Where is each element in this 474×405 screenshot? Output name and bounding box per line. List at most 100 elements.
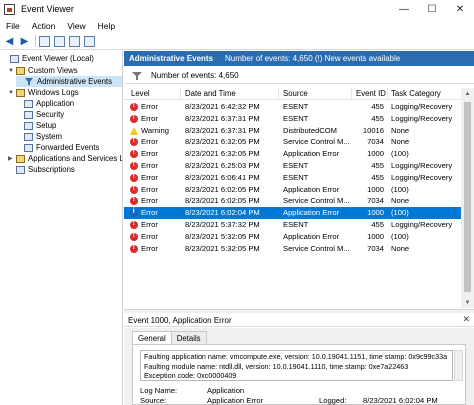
tree-item-system[interactable]: System: [24, 131, 62, 142]
tree-item-setup[interactable]: Setup: [24, 120, 56, 131]
tree-label: Event Viewer (Local): [22, 54, 94, 63]
description-scrollbar[interactable]: [454, 350, 463, 381]
column-divider[interactable]: [180, 88, 181, 100]
log-icon: [24, 121, 33, 130]
pane-splitter[interactable]: [124, 309, 474, 313]
table-header: Level Date and Time Source Event ID Task…: [124, 88, 461, 100]
tree-label: Application: [36, 99, 75, 108]
tree-label: Applications and Services Lo: [28, 154, 123, 163]
event-id-cell: 7034: [367, 196, 384, 206]
chevron-down-icon[interactable]: ▼: [8, 68, 16, 74]
source-label: Source:: [140, 396, 167, 405]
event-id-cell: 455: [371, 172, 384, 182]
column-divider[interactable]: [387, 88, 388, 100]
error-icon: [130, 161, 138, 170]
table-row[interactable]: Error 8/23/2021 6:42:32 PM ESENT 455 Logging…: [124, 101, 461, 113]
close-detail-icon[interactable]: ✕: [462, 314, 470, 325]
forward-arrow-icon[interactable]: ▶: [18, 35, 31, 48]
table-row[interactable]: Error 8/23/2021 6:32:05 PM Application Err…: [124, 148, 461, 160]
tab-general[interactable]: General: [132, 331, 172, 345]
column-header-level[interactable]: Level: [131, 89, 150, 98]
pane-summary[interactable]: Number of events: 4,650 (!) New events a…: [225, 54, 400, 63]
event-id-cell: 455: [371, 102, 384, 111]
datetime-cell: 8/23/2021 6:37:31 PM: [185, 113, 260, 123]
error-icon: [130, 220, 138, 229]
table-row[interactable]: Error 8/23/2021 6:02:05 PM Service Control…: [124, 195, 461, 207]
column-header-event-id[interactable]: Event ID: [356, 89, 386, 98]
table-row[interactable]: Error 8/23/2021 6:02:04 PM Application Err…: [124, 207, 461, 219]
table-row[interactable]: Error 8/23/2021 6:37:31 PM ESENT 455 Logging…: [124, 113, 461, 125]
column-divider[interactable]: [278, 88, 279, 100]
menu-action[interactable]: Action: [26, 21, 62, 31]
source-cell: ESENT: [283, 102, 309, 111]
menu-help[interactable]: Help: [92, 21, 121, 31]
datetime-cell: 8/23/2021 5:37:32 PM: [185, 220, 260, 229]
datetime-cell: 8/23/2021 6:06:41 PM: [185, 172, 260, 182]
tree-item-administrative-events[interactable]: Administrative Events: [16, 76, 122, 87]
tree-item-windows-logs[interactable]: ▼ Windows Logs: [8, 87, 79, 98]
help-icon[interactable]: [68, 35, 81, 48]
event-description[interactable]: Faulting application name: vmcompute.exe…: [140, 350, 453, 381]
menu-file[interactable]: File: [0, 21, 26, 31]
error-icon: [130, 232, 138, 241]
error-icon: [130, 244, 138, 253]
subscriptions-icon: [16, 165, 25, 174]
folder-icon[interactable]: [38, 35, 51, 48]
table-row[interactable]: Error 8/23/2021 5:32:05 PM Service Control…: [124, 243, 461, 255]
event-count: Number of events: 4,650: [151, 71, 239, 80]
table-row[interactable]: Error 8/23/2021 6:32:05 PM Service Control…: [124, 136, 461, 148]
tree-label: Setup: [36, 121, 57, 130]
tree-item-forwarded-events[interactable]: Forwarded Events: [24, 142, 99, 153]
table-row[interactable]: Error 8/23/2021 6:25:03 PM ESENT 455 Logging…: [124, 160, 461, 172]
properties-icon[interactable]: [83, 35, 96, 48]
computer-icon: [10, 54, 19, 63]
column-divider[interactable]: [351, 88, 352, 100]
level-cell: Error: [141, 161, 158, 170]
tree-item-applications-and-services[interactable]: ▶ Applications and Services Lo: [8, 153, 123, 164]
table-row[interactable]: Warning 8/23/2021 6:37:31 PM DistributedCO…: [124, 125, 461, 137]
table-row[interactable]: Error 8/23/2021 5:37:32 PM ESENT 455 Logging…: [124, 219, 461, 231]
description-line: Faulting module name: ntdll.dll, version…: [144, 361, 409, 371]
column-header-source[interactable]: Source: [283, 89, 308, 98]
menu-view[interactable]: View: [61, 21, 91, 31]
event-detail-header: Event 1000, Application Error ✕: [124, 314, 474, 327]
tree-item-application[interactable]: Application: [24, 98, 74, 109]
task-category-cell: None: [391, 196, 410, 206]
table-row[interactable]: Error 8/23/2021 6:06:41 PM ESENT 455 Logging…: [124, 172, 461, 184]
event-id-cell: 1000: [367, 184, 384, 194]
show-hide-tree-icon[interactable]: [53, 35, 66, 48]
close-button[interactable]: ✕: [446, 0, 474, 18]
tree-item-security[interactable]: Security: [24, 109, 64, 120]
filter-icon: [132, 71, 142, 81]
task-category-cell: None: [391, 125, 410, 135]
detail-tabs: General Details: [132, 331, 207, 345]
error-icon: [130, 102, 138, 111]
tree-item-subscriptions[interactable]: Subscriptions: [8, 164, 75, 175]
chevron-right-icon[interactable]: ▶: [8, 155, 16, 162]
column-header-task-category[interactable]: Task Category: [391, 89, 441, 98]
back-arrow-icon[interactable]: ◀: [3, 35, 16, 48]
minimize-button[interactable]: —: [390, 0, 418, 18]
maximize-button[interactable]: ☐: [418, 0, 446, 18]
tree-label: Custom Views: [28, 66, 78, 75]
level-cell: Error: [141, 184, 158, 194]
scroll-up-icon[interactable]: ▲: [461, 88, 474, 99]
datetime-cell: 8/23/2021 5:32:05 PM: [185, 243, 260, 253]
level-cell: Error: [141, 172, 158, 182]
chevron-down-icon[interactable]: ▼: [8, 90, 16, 96]
description-line: Faulting application name: vmcompute.exe…: [144, 352, 448, 361]
error-icon: [130, 196, 138, 206]
table-row[interactable]: Error 8/23/2021 6:02:05 PM Application Err…: [124, 184, 461, 196]
event-id-cell: 7034: [367, 137, 384, 147]
tree-item-custom-views[interactable]: ▼ Custom Views: [8, 65, 78, 76]
event-count-bar: Number of events: 4,650: [124, 68, 474, 84]
events-table: Level Date and Time Source Event ID Task…: [124, 88, 461, 308]
table-row[interactable]: Error 8/23/2021 5:32:05 PM Application Err…: [124, 231, 461, 243]
scrollbar-thumb[interactable]: [464, 102, 471, 292]
tab-details[interactable]: Details: [170, 331, 207, 345]
event-detail-body: General Details Faulting application nam…: [124, 328, 474, 405]
column-header-datetime[interactable]: Date and Time: [185, 89, 236, 98]
events-scrollbar[interactable]: ▲ ▼: [461, 88, 474, 308]
tree-item-root[interactable]: Event Viewer (Local): [2, 53, 94, 64]
scroll-down-icon[interactable]: ▼: [461, 297, 474, 308]
